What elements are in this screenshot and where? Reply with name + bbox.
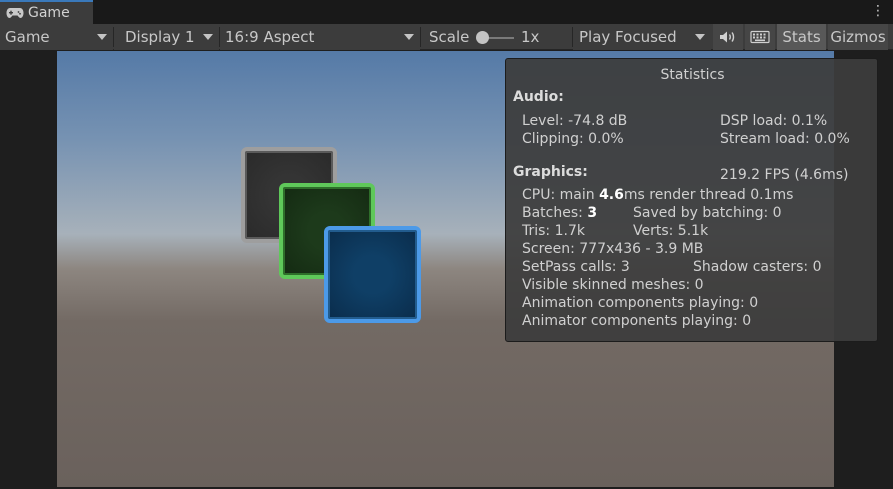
- aspect-label: 16:9 Aspect: [225, 28, 315, 46]
- dsp-load: DSP load: 0.1%: [720, 113, 828, 129]
- scale-slider-handle[interactable]: [476, 31, 489, 44]
- fps-readout: 219.2 FPS (4.6ms): [720, 167, 849, 183]
- audio-clipping: Clipping: 0.0%: [522, 131, 624, 147]
- visible-skinned-meshes: Visible skinned meshes: 0: [522, 277, 704, 293]
- more-options-icon[interactable]: ⋮: [871, 2, 885, 20]
- aspect-dropdown[interactable]: 16:9 Aspect: [220, 24, 420, 50]
- tris: Tris: 1.7k: [522, 223, 585, 239]
- chevron-down-icon: [97, 34, 107, 40]
- saved-by-batching: Saved by batching: 0: [633, 205, 782, 221]
- speaker-icon: [720, 31, 735, 43]
- display-mode-dropdown[interactable]: Game: [0, 24, 113, 50]
- audio-level: Level: -74.8 dB: [522, 113, 628, 129]
- cpu-time: CPU: main 4.6ms render thread 0.1ms: [522, 187, 794, 203]
- keyboard-icon: [750, 30, 770, 44]
- display-label: Display 1: [125, 28, 195, 46]
- screen-info: Screen: 777x436 - 3.9 MB: [522, 241, 704, 257]
- audio-header: Audio:: [513, 89, 564, 105]
- chevron-down-icon: [404, 34, 414, 40]
- gizmos-button[interactable]: Gizmos: [828, 24, 888, 50]
- shadow-casters: Shadow casters: 0: [693, 259, 822, 275]
- graphics-header: Graphics:: [513, 164, 588, 180]
- display-dropdown[interactable]: Display 1: [114, 24, 219, 50]
- play-mode-label: Play Focused: [579, 28, 677, 46]
- chevron-down-icon: [203, 34, 213, 40]
- chevron-down-icon: [695, 34, 705, 40]
- animator-components: Animator components playing: 0: [522, 313, 752, 329]
- statistics-panel: Statistics Audio: Level: -74.8 dB DSP lo…: [505, 58, 878, 342]
- game-toolbar: Game Display 1 16:9 Aspect Scale 1x Play…: [0, 24, 893, 50]
- animation-components: Animation components playing: 0: [522, 295, 759, 311]
- scale-label: Scale: [429, 28, 470, 46]
- display-mode-label: Game: [5, 28, 50, 46]
- divider: [420, 27, 421, 47]
- mute-audio-button[interactable]: [713, 24, 743, 50]
- tab-bar: Game ⋮: [0, 0, 893, 24]
- stats-title: Statistics: [660, 67, 725, 83]
- tab-game[interactable]: Game: [0, 0, 93, 24]
- tab-label: Game: [28, 5, 70, 21]
- setpass-calls: SetPass calls: 3: [522, 259, 630, 275]
- scale-value: 1x: [521, 28, 540, 46]
- batches: Batches: 3: [522, 205, 598, 221]
- blue-square-sprite: [324, 226, 421, 323]
- verts: Verts: 5.1k: [633, 223, 709, 239]
- stream-load: Stream load: 0.0%: [720, 131, 850, 147]
- play-mode-dropdown[interactable]: Play Focused: [573, 24, 711, 50]
- stats-toggle-button[interactable]: Stats: [777, 24, 826, 50]
- keyboard-shortcuts-button[interactable]: [745, 24, 775, 50]
- gamepad-icon: [6, 8, 24, 18]
